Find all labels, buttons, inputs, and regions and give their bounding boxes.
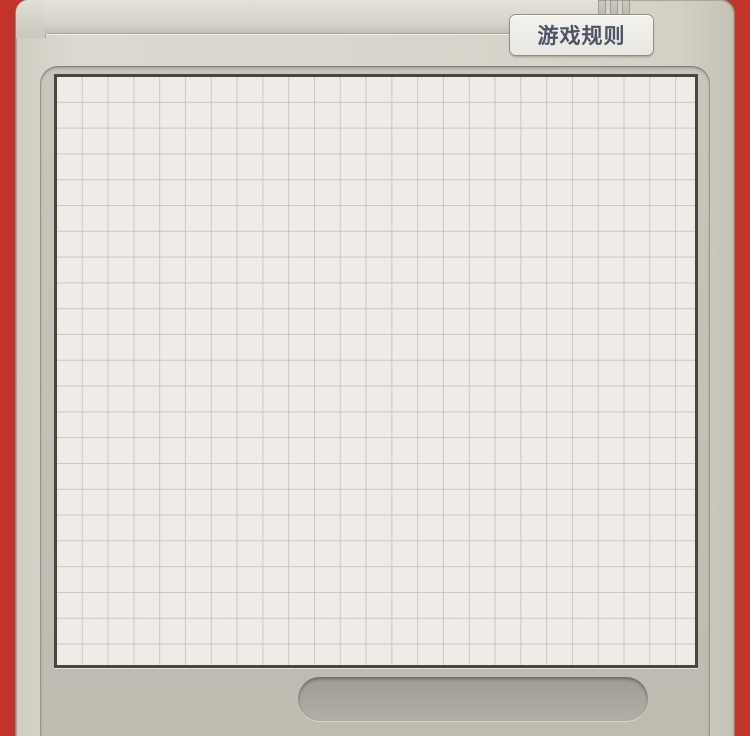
control-slot <box>298 677 648 721</box>
vent-slot <box>610 0 618 16</box>
game-rules-button-label: 游戏规则 <box>537 24 626 48</box>
game-rules-button[interactable]: 游戏规则 <box>510 15 653 55</box>
vent-slot <box>622 0 630 16</box>
top-rim-left-cap <box>16 0 46 38</box>
vent-slot <box>598 0 606 16</box>
game-stage: 游戏规则 <box>0 0 750 736</box>
game-grid-screen[interactable] <box>54 74 698 668</box>
